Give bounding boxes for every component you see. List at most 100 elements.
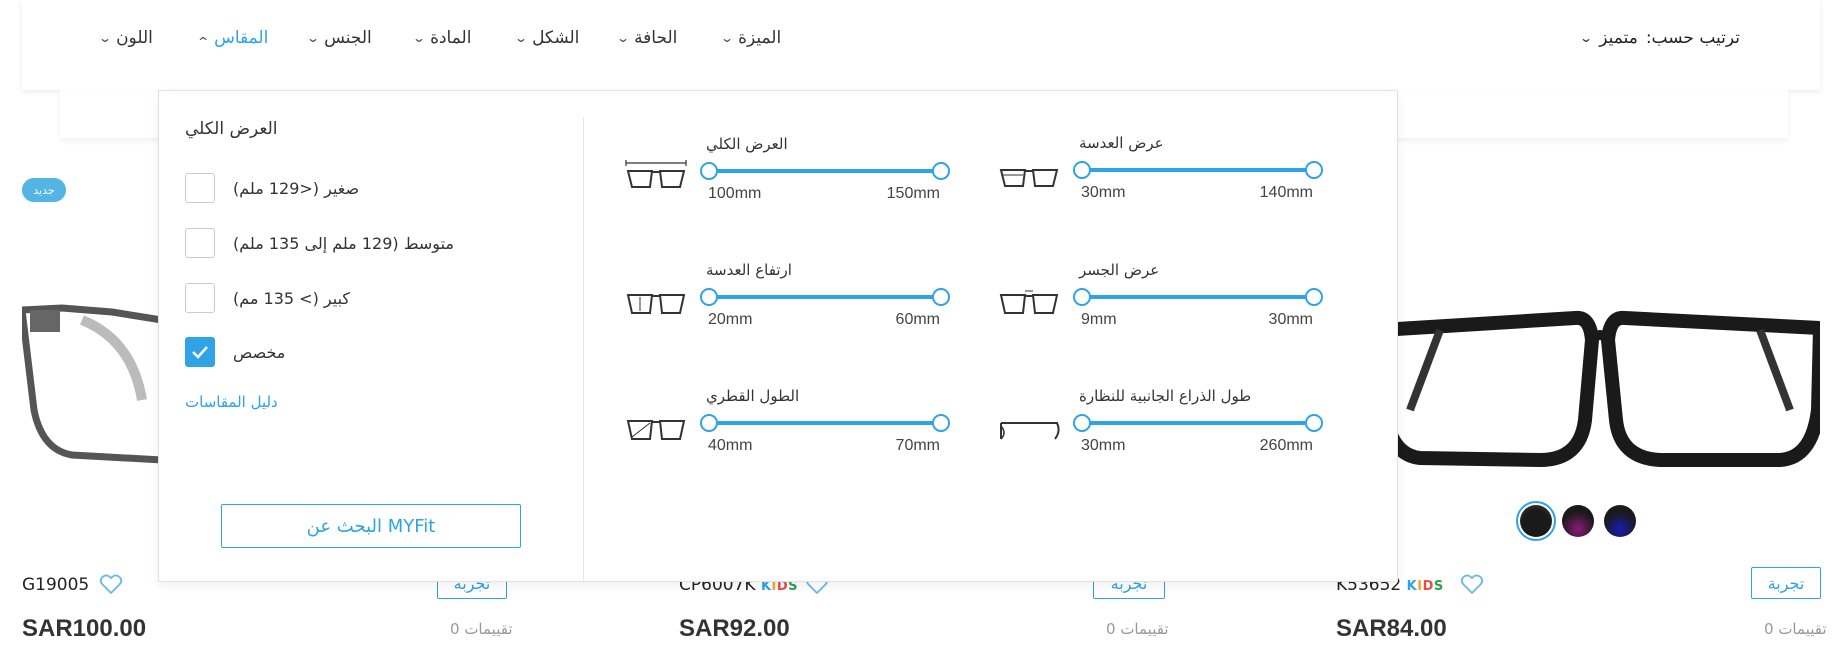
filter-shape-label: الشكل bbox=[532, 28, 580, 48]
myfit-search-button[interactable]: البحث عن MYFit bbox=[221, 504, 521, 548]
slider-lens-width: عرض العدسة 30mm 140mm bbox=[997, 134, 1323, 224]
slider-max-value: 60mm bbox=[895, 311, 940, 328]
panel-divider bbox=[583, 117, 584, 583]
slider-max-handle[interactable] bbox=[932, 414, 950, 432]
slider-track[interactable] bbox=[1081, 168, 1313, 172]
slider-min-handle[interactable] bbox=[1073, 161, 1091, 179]
slider-max-handle[interactable] bbox=[932, 288, 950, 306]
slider-total-width: العرض الكلي 100mm 150mm bbox=[624, 135, 950, 225]
product-price: SAR84.00 bbox=[1336, 615, 1447, 642]
checkbox[interactable] bbox=[185, 228, 215, 258]
filter-material[interactable]: المادة ⌄ bbox=[411, 28, 472, 48]
chevron-down-icon: ⌄ bbox=[305, 31, 321, 45]
chevron-down-icon: ⌄ bbox=[513, 31, 529, 45]
slider-min-value: 9mm bbox=[1081, 311, 1117, 328]
checkmark-icon bbox=[192, 346, 208, 359]
chevron-down-icon: ⌄ bbox=[97, 31, 113, 45]
filter-gender-label: الجنس bbox=[324, 28, 372, 48]
filter-bar: اللون ⌄ المقاس ⌄ الجنس ⌄ المادة ⌄ الشكل … bbox=[22, 0, 1820, 90]
color-swatch-black-blue[interactable] bbox=[1604, 505, 1636, 537]
product-image-k53652[interactable] bbox=[1380, 300, 1820, 470]
sort-dropdown[interactable]: ترتيب حسب: متميز ⌄ bbox=[1579, 28, 1740, 48]
product-price: SAR92.00 bbox=[679, 615, 790, 642]
chevron-up-icon: ⌄ bbox=[195, 34, 211, 48]
slider-track[interactable] bbox=[708, 421, 940, 425]
slider-max-handle[interactable] bbox=[932, 162, 950, 180]
slider-max-value: 140mm bbox=[1259, 184, 1313, 201]
slider-min-handle[interactable] bbox=[700, 414, 718, 432]
product-image-g19005[interactable] bbox=[22, 290, 162, 480]
temple-length-icon bbox=[1000, 422, 1060, 440]
slider-track[interactable] bbox=[1081, 421, 1313, 425]
diagonal-icon bbox=[626, 420, 686, 440]
slider-max-value: 260mm bbox=[1259, 437, 1313, 454]
product-name[interactable]: G19005 bbox=[22, 575, 89, 595]
total-width-icon bbox=[625, 160, 687, 188]
filter-gender[interactable]: الجنس ⌄ bbox=[305, 28, 372, 48]
slider-min-value: 100mm bbox=[708, 185, 762, 202]
filter-color[interactable]: اللون ⌄ bbox=[97, 28, 153, 48]
slider-label: عرض الجسر bbox=[1079, 261, 1160, 279]
slider-track[interactable] bbox=[1081, 295, 1313, 299]
total-width-options: العرض الكلي صغير (<129 ملم) متوسط (129 م… bbox=[159, 91, 583, 581]
checkbox-checked[interactable] bbox=[185, 337, 215, 367]
filter-size-label: المقاس bbox=[214, 28, 269, 48]
slider-temple-length: طول الذراع الجانبية للنظارة 30mm 260mm bbox=[997, 387, 1323, 477]
slider-max-handle[interactable] bbox=[1305, 414, 1323, 432]
product-ratings: تقييمات 0 bbox=[450, 620, 513, 638]
total-width-title: العرض الكلي bbox=[185, 119, 278, 139]
chevron-down-icon: ⌄ bbox=[719, 31, 735, 45]
heart-icon[interactable] bbox=[99, 572, 123, 596]
chevron-down-icon: ⌄ bbox=[411, 31, 427, 45]
option-custom[interactable]: مخصص bbox=[185, 337, 285, 367]
option-label: كبير (> 135 مم) bbox=[233, 288, 351, 308]
slider-track[interactable] bbox=[708, 169, 940, 173]
slider-label: طول الذراع الجانبية للنظارة bbox=[1079, 387, 1252, 405]
color-swatch-black[interactable] bbox=[1516, 501, 1556, 541]
filter-size[interactable]: المقاس ⌄ bbox=[195, 28, 269, 48]
chevron-down-icon: ⌄ bbox=[1579, 31, 1594, 45]
bridge-width-icon bbox=[999, 290, 1059, 314]
slider-max-handle[interactable] bbox=[1305, 161, 1323, 179]
lens-width-icon bbox=[999, 169, 1059, 187]
color-swatches bbox=[1516, 501, 1636, 541]
slider-min-value: 30mm bbox=[1081, 437, 1126, 454]
slider-label: عرض العدسة bbox=[1079, 134, 1164, 152]
option-label: صغير (<129 ملم) bbox=[233, 178, 360, 198]
slider-min-handle[interactable] bbox=[700, 162, 718, 180]
slider-min-value: 40mm bbox=[708, 437, 753, 454]
slider-min-handle[interactable] bbox=[700, 288, 718, 306]
slider-max-handle[interactable] bbox=[1305, 288, 1323, 306]
option-large[interactable]: كبير (> 135 مم) bbox=[185, 283, 350, 313]
checkbox[interactable] bbox=[185, 283, 215, 313]
filter-feature[interactable]: الميزة ⌄ bbox=[719, 28, 782, 48]
slider-label: العرض الكلي bbox=[706, 135, 788, 153]
sort-value: متميز bbox=[1599, 28, 1638, 48]
option-medium[interactable]: متوسط (129 ملم إلى 135 ملم) bbox=[185, 228, 454, 258]
slider-min-value: 30mm bbox=[1081, 184, 1126, 201]
heart-icon[interactable] bbox=[1460, 572, 1484, 596]
filter-rim-label: الحافة bbox=[634, 28, 678, 48]
product-ratings: تقييمات 0 bbox=[1106, 620, 1169, 638]
filter-material-label: المادة bbox=[430, 28, 472, 48]
slider-label: الطول القطري bbox=[706, 387, 800, 405]
filter-rim[interactable]: الحافة ⌄ bbox=[616, 28, 678, 48]
slider-track[interactable] bbox=[708, 295, 940, 299]
size-guide-link[interactable]: دليل المقاسات bbox=[185, 393, 278, 411]
checkbox[interactable] bbox=[185, 173, 215, 203]
color-swatch-black-purple[interactable] bbox=[1562, 505, 1594, 537]
slider-min-handle[interactable] bbox=[1073, 414, 1091, 432]
product-price: SAR100.00 bbox=[22, 615, 147, 642]
option-label: متوسط (129 ملم إلى 135 ملم) bbox=[233, 233, 454, 253]
filter-color-label: اللون bbox=[116, 28, 153, 48]
size-filter-panel: العرض الكلي صغير (<129 ملم) متوسط (129 م… bbox=[158, 90, 1398, 583]
option-small[interactable]: صغير (<129 ملم) bbox=[185, 173, 359, 203]
sort-label: ترتيب حسب: bbox=[1645, 28, 1740, 48]
filter-feature-label: الميزة bbox=[738, 28, 782, 48]
slider-min-handle[interactable] bbox=[1073, 288, 1091, 306]
slider-label: ارتفاع العدسة bbox=[706, 261, 792, 279]
slider-max-value: 70mm bbox=[895, 437, 940, 454]
slider-max-value: 30mm bbox=[1268, 311, 1313, 328]
try-on-button[interactable]: تجربة bbox=[1751, 567, 1821, 599]
filter-shape[interactable]: الشكل ⌄ bbox=[513, 28, 580, 48]
